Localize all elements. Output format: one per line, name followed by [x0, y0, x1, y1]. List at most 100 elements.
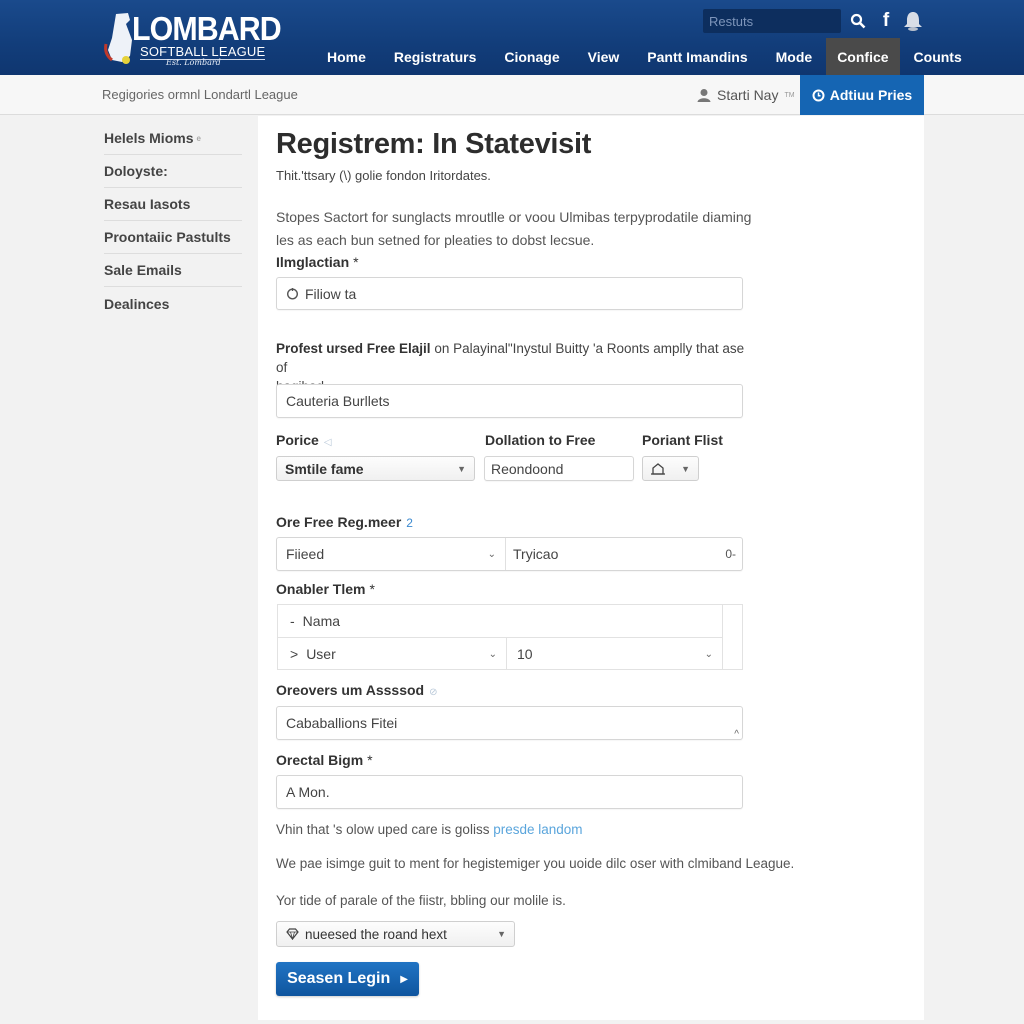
- sidebar: Helels Mioms e Doloyste: Resau Iasots Pr…: [104, 122, 242, 320]
- intro-line-1: Stopes Sactort for sunglacts mroutlle or…: [276, 209, 752, 225]
- cta-button[interactable]: Adtiuu Pries: [800, 75, 924, 115]
- field5-count-select[interactable]: 10 ⌄: [508, 638, 723, 670]
- donation-input[interactable]: [484, 456, 634, 481]
- chevron-down-icon: ▼: [457, 463, 466, 474]
- main-nav: Home Registraturs Cionage View Pantt Ima…: [313, 38, 976, 75]
- intro-line-2: les as each bun setned for pleaties to d…: [276, 232, 595, 248]
- field4-label: Ore Free Reg.meer 2: [276, 514, 413, 530]
- field6-label: Oreovers um Assssod ⊘: [276, 682, 438, 698]
- nav-cionage[interactable]: Cionage: [490, 38, 573, 75]
- field6-textarea[interactable]: ^: [276, 706, 743, 740]
- field5-name-value: Nama: [302, 613, 341, 629]
- field2-value[interactable]: [286, 393, 742, 409]
- chevron-down-icon: ▼: [497, 929, 506, 939]
- logo-title: LOMBARD: [132, 10, 282, 47]
- league-logo[interactable]: LOMBARD SOFTBALL LEAGUE Est. Lombard: [102, 8, 282, 68]
- logo-script: Est. Lombard: [166, 58, 221, 67]
- nav-pantt-imandins[interactable]: Pantt Imandins: [633, 38, 761, 75]
- field5-user-select[interactable]: > User ⌄: [278, 638, 507, 670]
- nav-registrations[interactable]: Registraturs: [380, 38, 490, 75]
- field1-label: Ilmglactian *: [276, 254, 359, 270]
- field4-group: Fiieed ⌄ Tryicao 0-: [276, 537, 743, 571]
- field6-value[interactable]: [286, 715, 742, 731]
- nav-confice[interactable]: Confice: [826, 38, 900, 75]
- final-select-value: nueesed the roand hext: [305, 926, 447, 942]
- field4-select[interactable]: Fiieed ⌄: [277, 538, 506, 570]
- field5-label-text: Onabler Tlem: [276, 581, 366, 597]
- chevron-down-icon: ▼: [681, 463, 690, 474]
- note-link[interactable]: presde landom: [493, 822, 582, 837]
- page-subtitle: Thit.'ttsary (\) golie fondon Iritordate…: [276, 168, 491, 183]
- sidebar-item-dealinces[interactable]: Dealinces: [104, 287, 242, 320]
- info-paragraph: We pae isimge guit to ment for hegistemi…: [276, 856, 795, 871]
- portant-label: Poriant Flist: [642, 432, 723, 448]
- submit-label: Seasen Legin: [287, 970, 391, 987]
- collapse-icon[interactable]: -: [290, 613, 295, 629]
- expand-icon: >: [290, 646, 299, 662]
- search-icon[interactable]: [847, 9, 869, 33]
- site-header: LOMBARD SOFTBALL LEAGUE Est. Lombard f H…: [0, 0, 1024, 75]
- donation-value[interactable]: [491, 460, 633, 477]
- required-mark: *: [369, 581, 375, 597]
- sidebar-item-helels-mioms[interactable]: Helels Mioms e: [104, 122, 242, 155]
- sidebar-item-doloyste[interactable]: Doloyste:: [104, 155, 242, 188]
- nav-view[interactable]: View: [574, 38, 634, 75]
- price-label-text: Porice: [276, 432, 319, 448]
- field1-input[interactable]: [276, 277, 743, 310]
- chevron-right-icon: ▶: [400, 973, 408, 985]
- user-link[interactable]: Starti Nay TM: [697, 87, 795, 103]
- price-select[interactable]: Smtile fame ▼: [276, 456, 475, 481]
- field4-input[interactable]: Tryicao 0-: [506, 538, 742, 570]
- search-box[interactable]: [703, 9, 841, 33]
- field5-user-value: User: [306, 646, 336, 662]
- user-link-label: Starti Nay: [717, 87, 779, 103]
- user-icon: [697, 88, 711, 102]
- final-select[interactable]: nueesed the roand hext ▼: [276, 921, 515, 947]
- chevron-down-icon: ⌄: [488, 648, 497, 660]
- field5-name-row[interactable]: - Nama: [278, 605, 723, 638]
- field5-label: Onabler Tlem *: [276, 581, 375, 597]
- field1-value[interactable]: [305, 285, 742, 302]
- sidebar-item-proontaiic-pastults[interactable]: Proontaiic Pastults: [104, 221, 242, 254]
- field4-label-text: Ore Free Reg.meer: [276, 514, 402, 530]
- field7-label-text: Orectal Bigm: [276, 752, 364, 768]
- required-mark: *: [353, 254, 359, 270]
- donation-label: Dollation to Free: [485, 432, 596, 448]
- field4-input-value: Tryicao: [513, 546, 559, 562]
- sidebar-item-resau-iasots[interactable]: Resau Iasots: [104, 188, 242, 221]
- field1-label-text: Ilmglactian: [276, 254, 350, 270]
- search-input[interactable]: [703, 9, 841, 33]
- chevron-down-icon: ⌄: [704, 648, 713, 660]
- sidebar-item-mark: e: [196, 133, 201, 143]
- facebook-icon[interactable]: f: [875, 9, 897, 33]
- field4-select-value: Fiieed: [286, 546, 325, 562]
- submit-button[interactable]: Seasen Legin ▶: [276, 962, 419, 996]
- diamond-icon: [286, 928, 299, 940]
- field6-label-text: Oreovers um Assssod: [276, 682, 425, 698]
- field5-count-value: 10: [517, 646, 533, 662]
- field2-label-bold: Profest ursed Free Elajil: [276, 341, 431, 356]
- notification-bell-icon[interactable]: [900, 9, 926, 33]
- trademark-mark: TM: [784, 91, 795, 99]
- note-text: Vhin that 's olow uped care is goliss pr…: [276, 818, 583, 841]
- nav-mode[interactable]: Mode: [762, 38, 827, 75]
- stepper-icon[interactable]: 0-: [725, 547, 736, 561]
- field2-input[interactable]: [276, 384, 743, 418]
- flag-icon: [651, 462, 665, 475]
- intro-text: Stopes Sactort for sunglacts mroutlle or…: [276, 206, 751, 252]
- help-badge[interactable]: 2: [406, 516, 413, 530]
- required-mark: *: [367, 752, 373, 768]
- portant-select[interactable]: ▼: [642, 456, 699, 481]
- price-label: Porice ◁: [276, 432, 332, 448]
- field7-input[interactable]: [276, 775, 743, 809]
- field7-value[interactable]: [286, 784, 742, 800]
- price-select-value: Smtile fame: [285, 460, 364, 477]
- resize-handle-icon[interactable]: ^: [734, 729, 739, 740]
- nav-counts[interactable]: Counts: [900, 38, 976, 75]
- field5-group: - Nama > User ⌄ 10 ⌄: [277, 604, 743, 670]
- timer-icon: [286, 288, 299, 300]
- nav-home[interactable]: Home: [313, 38, 380, 75]
- info-icon: ⊘: [429, 687, 438, 698]
- sidebar-item-sale-emails[interactable]: Sale Emails: [104, 254, 242, 287]
- info-icon: ◁: [323, 437, 332, 448]
